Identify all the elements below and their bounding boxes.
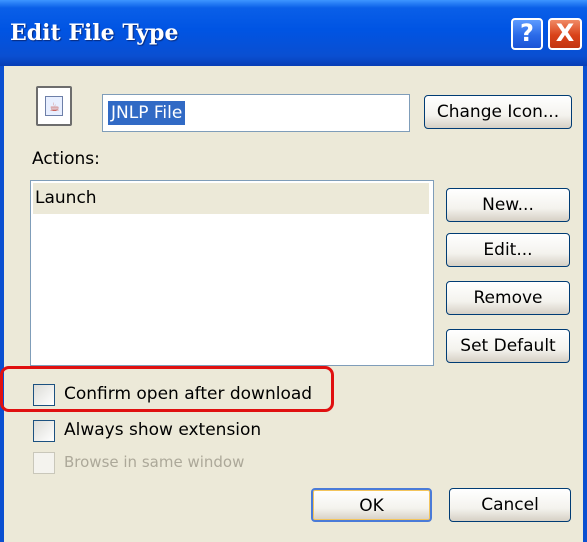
always-show-extension-checkbox[interactable] [33,420,55,442]
always-show-extension-label[interactable]: Always show extension [64,420,261,440]
confirm-open-label[interactable]: Confirm open after download [64,384,312,404]
close-button[interactable]: X [548,18,582,50]
confirm-open-checkbox[interactable] [33,384,55,406]
actions-label: Actions: [32,149,100,169]
window-title: Edit File Type [10,20,179,46]
browse-same-window-checkbox [33,452,55,474]
change-icon-button[interactable]: Change Icon... [424,95,572,129]
new-action-button[interactable]: New... [446,188,570,222]
file-type-name-value: JNLP File [108,101,186,125]
set-default-button[interactable]: Set Default [446,329,570,363]
window-frame-left [0,66,4,542]
title-bar[interactable]: Edit File Type ? X [0,0,587,66]
java-jnlp-file-icon: ☕ [36,86,72,126]
actions-listbox[interactable]: Launch [30,180,434,366]
help-button[interactable]: ? [511,18,543,50]
browse-same-window-label: Browse in same window [64,453,245,471]
file-type-name-input[interactable]: JNLP File [102,94,410,132]
cancel-button[interactable]: Cancel [449,488,571,522]
window-frame-right [583,66,587,542]
list-item[interactable]: Launch [33,183,429,214]
edit-action-button[interactable]: Edit... [446,233,570,267]
remove-action-button[interactable]: Remove [446,281,570,315]
ok-button[interactable]: OK [311,488,432,522]
